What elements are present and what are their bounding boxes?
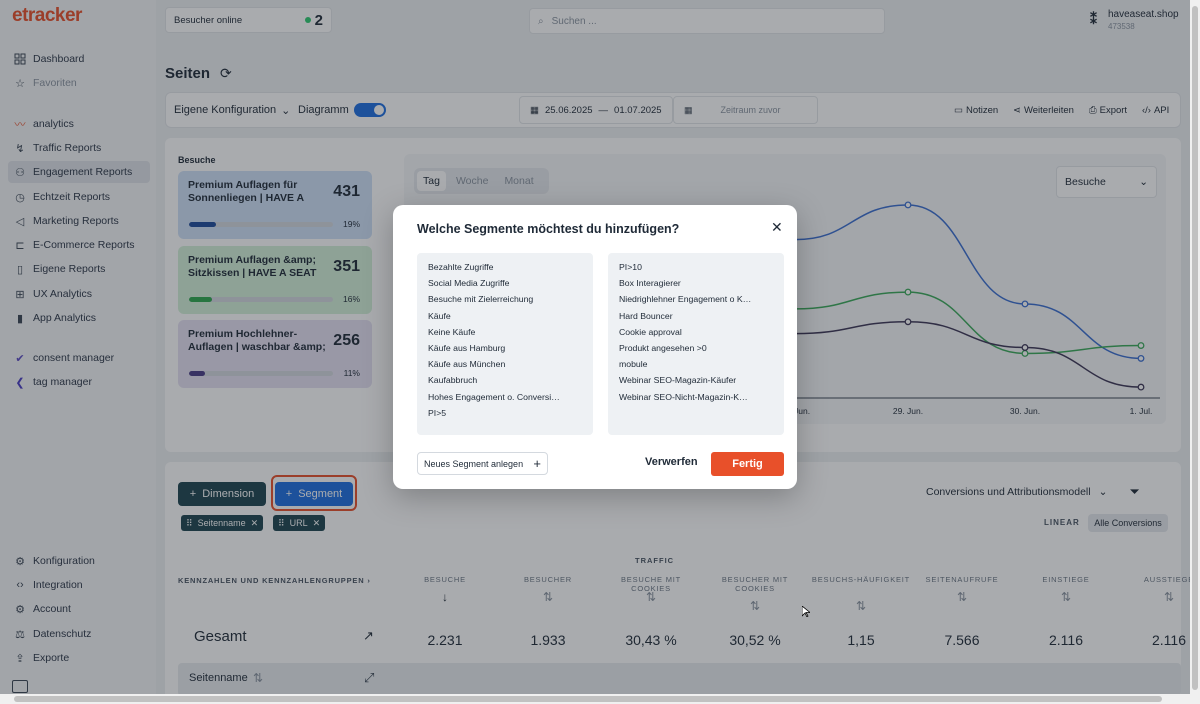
segment-option[interactable]: Hohes Engagement o. Conversi… [428,392,582,408]
segment-option[interactable]: Niedrighlehner Engagement o K… [619,294,773,310]
vertical-scrollbar[interactable] [1190,0,1200,704]
segment-option[interactable]: Webinar SEO-Nicht-Magazin-K… [619,392,773,408]
done-button[interactable]: Fertig [711,452,784,476]
scrollbar-thumb[interactable] [14,696,1162,702]
segment-dialog: Welche Segmente möchtest du hinzufügen? … [393,205,797,489]
segment-option[interactable]: Cookie approval [619,327,773,343]
discard-button[interactable]: Verwerfen [645,456,698,468]
segment-option[interactable]: Webinar SEO-Magazin-Käufer [619,375,773,391]
mouse-cursor-icon [802,606,810,617]
segment-option[interactable]: mobule [619,359,773,375]
segment-option[interactable]: Social Media Zugriffe [428,278,582,294]
segment-option[interactable]: Bezahlte Zugriffe [428,262,582,278]
new-segment-button[interactable]: Neues Segment anlegen + [417,452,548,475]
horizontal-scrollbar[interactable] [0,694,1190,704]
segment-option[interactable]: Produkt angesehen >0 [619,343,773,359]
segment-option[interactable]: Käufe aus Hamburg [428,343,582,359]
segment-option[interactable]: Box Interagierer [619,278,773,294]
segment-list-left: Bezahlte Zugriffe Social Media Zugriffe Be… [417,253,593,435]
segment-option[interactable]: Besuche mit Zielerreichung [428,294,582,310]
segment-option[interactable]: PI>10 [619,262,773,278]
segment-option[interactable]: Kaufabbruch [428,375,582,391]
scrollbar-thumb[interactable] [1192,6,1198,690]
segment-option[interactable]: Hard Bouncer [619,311,773,327]
segment-option[interactable]: Käufe [428,311,582,327]
new-segment-label: Neues Segment anlegen [424,458,524,469]
segment-option[interactable]: Käufe aus München [428,359,582,375]
segment-list-right: PI>10 Box Interagierer Niedrighlehner Enga… [608,253,784,435]
segment-option[interactable]: PI>5 [428,408,582,424]
close-icon[interactable]: ✕ [771,219,783,236]
segment-option[interactable]: Keine Käufe [428,327,582,343]
dialog-title: Welche Segmente möchtest du hinzufügen? [417,222,680,236]
plus-icon: + [533,456,541,471]
